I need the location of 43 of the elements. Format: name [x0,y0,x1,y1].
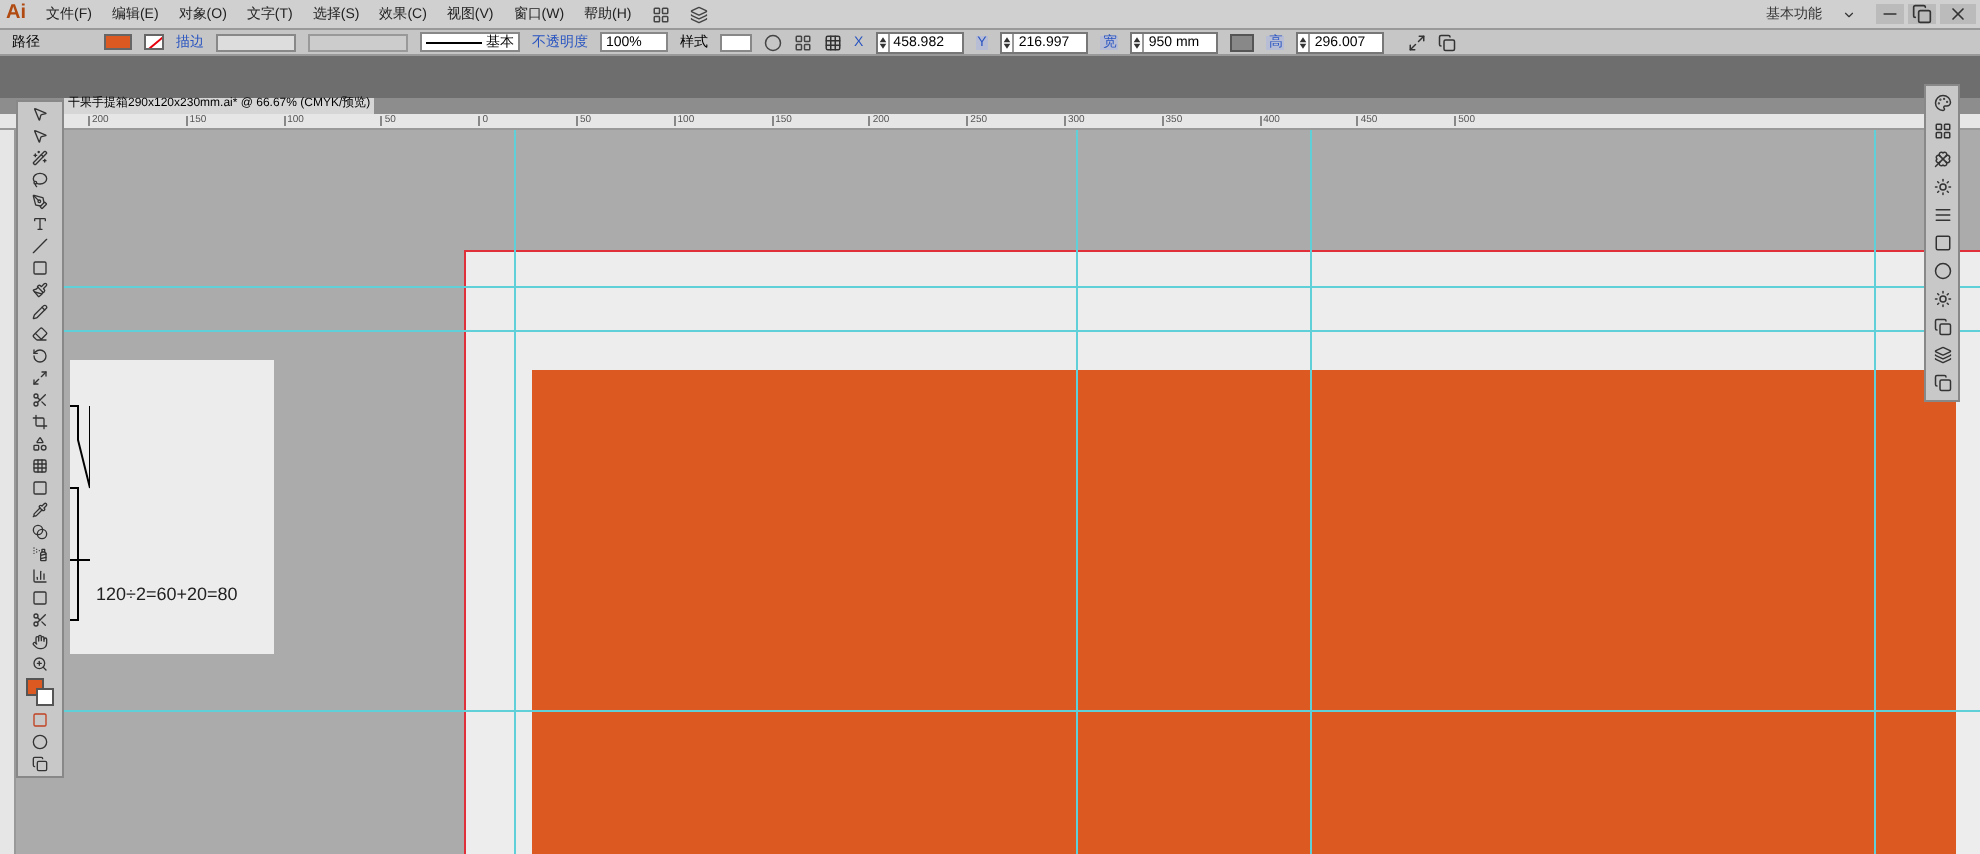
graph-icon[interactable] [32,568,48,584]
restore-icon[interactable] [1908,4,1936,24]
eraser-icon[interactable] [32,326,48,342]
pen-icon[interactable] [32,194,48,210]
brush-icon[interactable] [32,282,48,298]
fill-swatch[interactable] [104,34,132,50]
app-logo: Ai [6,4,26,24]
pencil-icon[interactable] [32,304,48,320]
mesh-icon[interactable] [32,458,48,474]
selection-icon[interactable] [32,106,48,122]
fill-stroke-swatch[interactable] [26,678,54,706]
scissors-icon[interactable] [32,392,48,408]
shape-builder-icon[interactable] [32,436,48,452]
color-icon[interactable] [1933,94,1951,112]
minimize-icon[interactable] [1876,4,1904,24]
style-swatch[interactable] [720,33,752,51]
calculation-text: 120÷2=60+20=80 [96,586,238,604]
transform-icon[interactable] [1408,33,1427,51]
dropdown-caret-icon[interactable] [1842,7,1856,21]
zoom-icon[interactable] [32,656,48,672]
eyedropper-icon[interactable] [32,502,48,518]
hand-icon[interactable] [32,634,48,650]
variable-width-field[interactable] [308,33,408,51]
spinner-arrows-icon[interactable] [1132,33,1145,51]
stroke-swatch[interactable] [144,34,164,50]
rectangle-icon[interactable] [32,260,48,276]
direct-selection-icon[interactable] [32,128,48,144]
constrain-proportions-button[interactable] [1230,33,1255,51]
swatches-icon[interactable] [1933,122,1951,140]
reference-point-icon[interactable] [824,33,842,51]
blend-icon[interactable] [32,524,48,540]
spinner-arrows-icon[interactable] [877,33,890,51]
lasso-icon[interactable] [32,172,48,188]
close-icon[interactable] [1940,4,1976,24]
layers-icon[interactable] [1933,346,1951,364]
line-icon[interactable] [32,238,48,254]
type-icon[interactable] [32,216,48,232]
scale-icon[interactable] [32,370,48,386]
spinner-arrows-icon[interactable] [1002,33,1015,51]
stroke-weight-field[interactable] [216,33,296,51]
rotate-icon[interactable] [32,348,48,364]
spinner-arrows-icon[interactable] [1298,33,1311,51]
magic-wand-icon[interactable] [32,150,48,166]
